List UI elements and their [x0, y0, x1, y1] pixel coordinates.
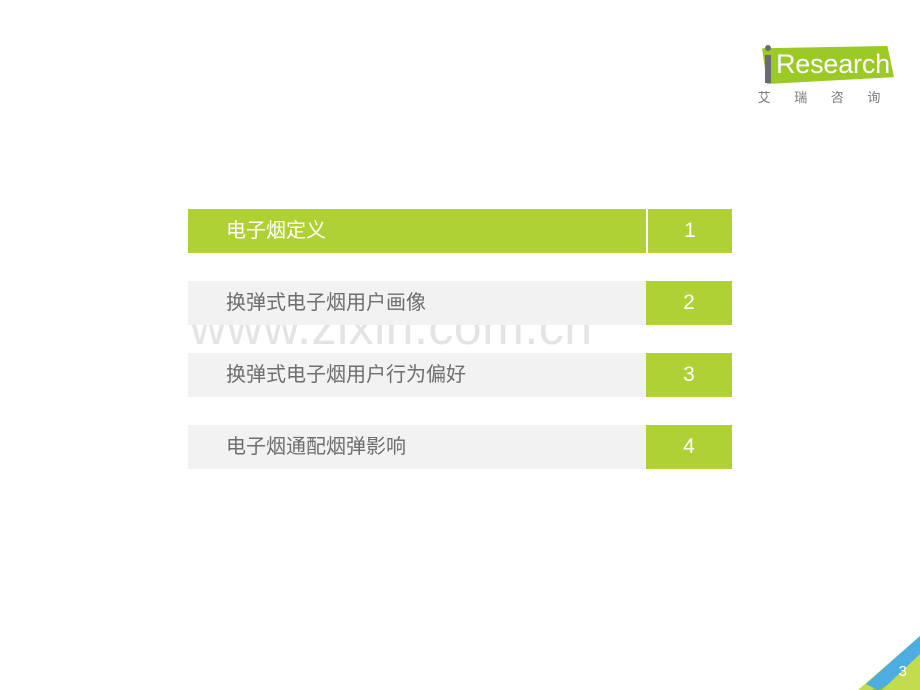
logo-subtitle: 艾 瑞 咨 询: [757, 90, 891, 105]
iresearch-logo: Research 艾 瑞 咨 询: [748, 44, 894, 110]
toc-item-label: 换弹式电子烟用户行为偏好: [226, 364, 466, 386]
logo-mark: Research: [748, 44, 894, 88]
logo-i-stem-icon: [765, 55, 771, 83]
table-of-contents: 电子烟定义 1 换弹式电子烟用户画像 2 换弹式电子烟用户行为偏好 3 电子烟通…: [188, 209, 732, 469]
page-number: 3: [898, 663, 907, 680]
toc-row[interactable]: 电子烟定义 1: [188, 209, 732, 253]
toc-item-label: 电子烟定义: [226, 220, 326, 242]
corner-decoration: [858, 636, 920, 690]
toc-item-number: 4: [646, 425, 732, 469]
toc-item-number: 3: [646, 353, 732, 397]
toc-row[interactable]: 换弹式电子烟用户画像 2: [188, 281, 732, 325]
toc-item-label: 电子烟通配烟弹影响: [226, 436, 406, 458]
logo-wordmark: Research: [776, 49, 890, 79]
toc-row[interactable]: 换弹式电子烟用户行为偏好 3: [188, 353, 732, 397]
toc-item-number: 1: [646, 209, 732, 253]
toc-row[interactable]: 电子烟通配烟弹影响 4: [188, 425, 732, 469]
logo-i-dot-icon: [765, 45, 771, 51]
toc-item-number: 2: [646, 281, 732, 325]
slide-canvas: Research 艾 瑞 咨 询 www.zixin.com.cn 电子烟定义 …: [0, 0, 920, 690]
toc-item-label: 换弹式电子烟用户画像: [226, 292, 426, 314]
